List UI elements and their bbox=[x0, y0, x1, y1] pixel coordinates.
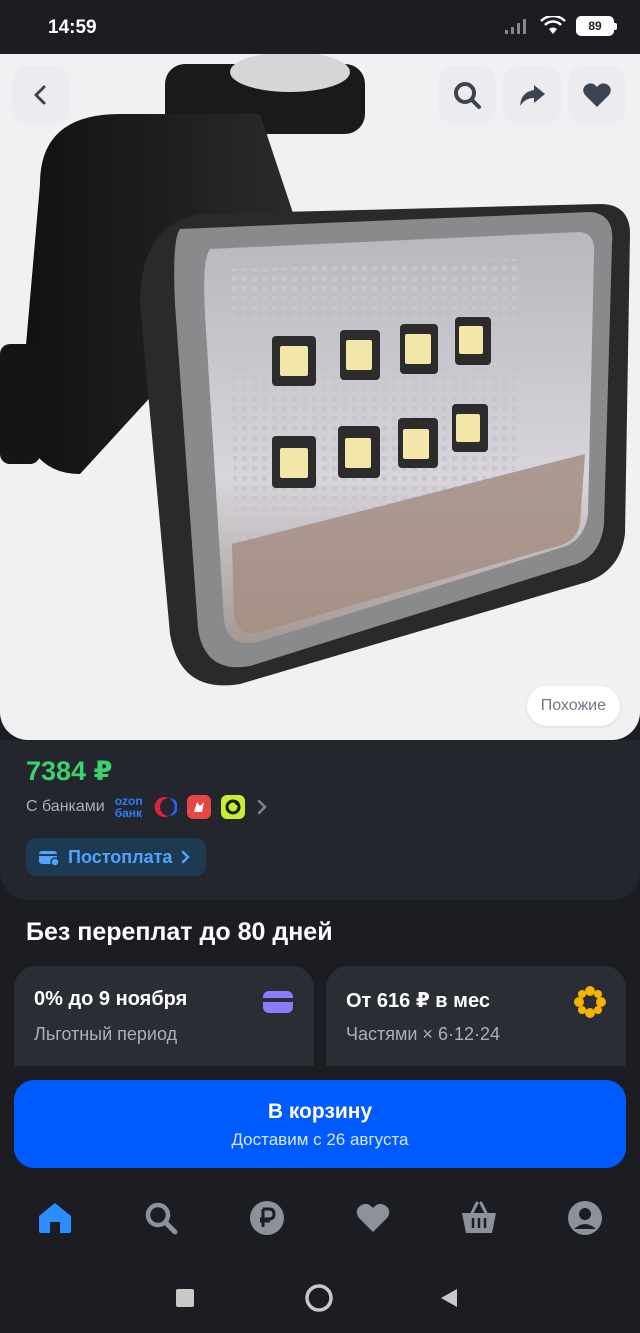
banks-label: С банками bbox=[26, 798, 105, 815]
home-system-button[interactable] bbox=[301, 1280, 337, 1316]
tab-home[interactable] bbox=[33, 1196, 77, 1240]
profile-icon bbox=[568, 1201, 602, 1235]
search-button[interactable] bbox=[438, 66, 496, 124]
back-system-button[interactable] bbox=[431, 1280, 467, 1316]
status-icons: 89 bbox=[504, 16, 617, 36]
postpay-button[interactable]: Постоплата bbox=[26, 838, 207, 876]
product-photo bbox=[0, 54, 630, 686]
product-image-gallery[interactable]: Похожие bbox=[0, 54, 640, 740]
battery-icon: 89 bbox=[576, 16, 617, 36]
home-icon bbox=[39, 1203, 71, 1233]
price-card: 7384 ₽ С банками ozon банк Постоплата bbox=[0, 740, 640, 900]
share-button[interactable] bbox=[503, 66, 561, 124]
circle-icon bbox=[305, 1284, 333, 1312]
favorite-button[interactable] bbox=[568, 66, 626, 124]
offer-subtitle: Частями × 6·12·24 bbox=[346, 1024, 500, 1044]
cart-button-title: В корзину bbox=[267, 1100, 373, 1123]
signal-icon bbox=[505, 19, 526, 34]
bank-logo-red-blue bbox=[153, 795, 177, 819]
tab-finance[interactable] bbox=[245, 1196, 289, 1240]
recents-button[interactable] bbox=[167, 1280, 203, 1316]
product-price: 7384 ₽ bbox=[26, 756, 113, 786]
credit-card-icon bbox=[263, 991, 293, 1013]
status-bar: 14:59 89 bbox=[0, 0, 640, 54]
tab-favorites[interactable] bbox=[351, 1196, 395, 1240]
tab-search[interactable] bbox=[139, 1196, 183, 1240]
search-icon bbox=[145, 1202, 178, 1235]
installment-flower-icon bbox=[574, 986, 606, 1018]
ozon-bank-logo: ozon банк bbox=[114, 794, 143, 820]
system-navigation-bar bbox=[0, 1262, 640, 1333]
heart-icon bbox=[583, 83, 611, 107]
offer-subtitle: Льготный период bbox=[34, 1024, 178, 1044]
share-icon bbox=[520, 85, 545, 106]
bottom-tab-bar bbox=[0, 1188, 640, 1248]
basket-icon bbox=[462, 1201, 496, 1233]
square-icon bbox=[176, 1289, 194, 1307]
add-to-cart-button[interactable]: В корзину Доставим с 26 августа bbox=[14, 1080, 626, 1168]
tab-cart[interactable] bbox=[457, 1196, 501, 1240]
wifi-icon bbox=[540, 16, 566, 34]
tab-profile[interactable] bbox=[563, 1196, 607, 1240]
heart-icon bbox=[356, 1203, 390, 1232]
chevron-left-icon bbox=[34, 85, 46, 105]
bank-logo-green bbox=[220, 795, 245, 819]
cart-button-delivery: Доставим с 26 августа bbox=[231, 1130, 409, 1149]
offer-title: 0% до 9 ноября bbox=[34, 988, 188, 1010]
offer-title: От 616 ₽ в мес bbox=[346, 990, 490, 1012]
triangle-back-icon bbox=[441, 1289, 457, 1307]
search-icon bbox=[454, 82, 481, 109]
status-time: 14:59 bbox=[48, 17, 97, 38]
bank-logo-lion bbox=[186, 795, 211, 819]
chevron-right-icon bbox=[182, 850, 191, 864]
postpay-label: Постоплата bbox=[68, 846, 173, 867]
similar-button[interactable]: Похожие bbox=[526, 686, 620, 726]
wallet-icon bbox=[39, 851, 60, 866]
chevron-right-icon bbox=[257, 799, 267, 815]
bank-offers-row[interactable]: С банками ozon банк bbox=[26, 792, 269, 822]
ruble-icon bbox=[250, 1201, 284, 1235]
back-button[interactable] bbox=[12, 66, 70, 124]
installments-title: Без переплат до 80 дней bbox=[26, 918, 333, 946]
